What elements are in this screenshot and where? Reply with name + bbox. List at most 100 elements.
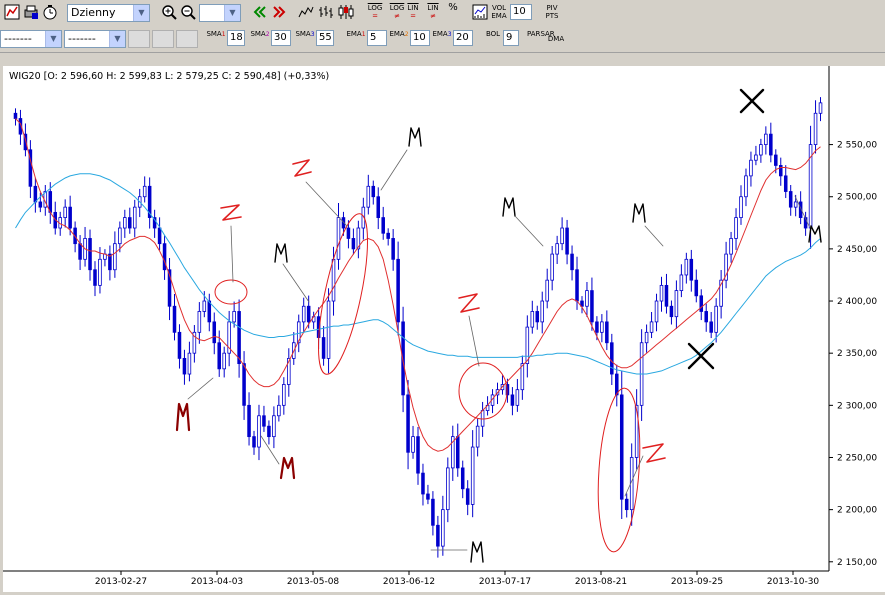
- candle-body: [351, 238, 356, 250]
- candle-body: [63, 206, 67, 218]
- ema-3-field[interactable]: 20: [453, 30, 473, 46]
- ema-label: EMA: [389, 30, 405, 38]
- indicator-select-2-value: -------: [68, 32, 96, 45]
- log-scale-button[interactable]: LOG =: [365, 4, 385, 20]
- candle-body: [331, 258, 336, 302]
- main-toolbar: Dzienny ▼ ▼ LOG = LOG ≠ LIN = LIN ≠ % VO…: [0, 0, 885, 26]
- volume-chart-icon[interactable]: [471, 3, 489, 21]
- candle-body: [600, 321, 604, 333]
- sma-3-button[interactable]: SMA3: [295, 30, 315, 39]
- ema-label: EMA: [491, 12, 507, 20]
- candle-body: [282, 384, 286, 406]
- candle-body: [605, 321, 609, 344]
- scroll-right-icon[interactable]: [270, 3, 288, 21]
- candle-body: [202, 300, 207, 312]
- clock-icon[interactable]: [41, 3, 59, 21]
- candle-chart-icon[interactable]: [337, 3, 355, 21]
- ema-2-field[interactable]: 10: [410, 30, 430, 46]
- bollinger-button[interactable]: BOL: [483, 30, 503, 38]
- log-label: LOG: [367, 4, 383, 12]
- vol-label: VOL: [491, 4, 507, 12]
- chart-icon[interactable]: [3, 3, 21, 21]
- zoom-in-icon[interactable]: [160, 3, 178, 21]
- x-tick-label: 2013-06-12: [383, 577, 435, 587]
- chart-svg[interactable]: WIG20 [O: 2 596,60 H: 2 599,83 L: 2 579,…: [3, 66, 885, 592]
- scroll-left-icon[interactable]: [251, 3, 269, 21]
- annotation-cross: [739, 88, 765, 114]
- line-chart-icon[interactable]: [297, 3, 315, 21]
- vol-ema-field[interactable]: 10: [510, 4, 532, 20]
- chevron-down-icon[interactable]: ▼: [224, 5, 240, 21]
- ema-2-button[interactable]: EMA2: [389, 30, 409, 39]
- ohlc-chart-icon[interactable]: [317, 3, 335, 21]
- candle-body: [679, 274, 684, 292]
- sma-label: SMA: [206, 30, 222, 38]
- moving-average-line-2: [15, 173, 821, 375]
- candle-body: [98, 258, 102, 286]
- indicator-select-1[interactable]: ------- ▼: [0, 30, 62, 48]
- candle-body: [813, 112, 818, 145]
- zoom-select[interactable]: ▼: [199, 4, 241, 22]
- ema-index: 1: [361, 31, 366, 38]
- ema-1-field[interactable]: 5: [367, 30, 387, 46]
- candle-body: [262, 415, 266, 427]
- indicator-select-2[interactable]: ------- ▼: [64, 30, 126, 48]
- candle-body: [619, 394, 624, 500]
- candle-body: [595, 321, 599, 333]
- print-icon[interactable]: [22, 3, 40, 21]
- sma-1-field[interactable]: 18: [227, 30, 245, 46]
- annotation-cross: [687, 342, 715, 370]
- handwritten-annotations: [175, 88, 822, 563]
- candle-body: [142, 185, 147, 198]
- parabolic-sar-button[interactable]: PARSAR: [527, 30, 555, 38]
- candle-body: [336, 217, 341, 260]
- y-tick-label: 2 400,00: [837, 297, 877, 307]
- ema-1-button[interactable]: EMA1: [346, 30, 366, 39]
- sma-1-button[interactable]: SMA1: [206, 30, 226, 39]
- vol-ema-button[interactable]: VOL EMA: [489, 4, 509, 20]
- sma-label: SMA: [250, 30, 266, 38]
- sma-index: 3: [310, 31, 315, 38]
- ema-3-button[interactable]: EMA3: [432, 30, 452, 39]
- candle-body: [222, 352, 226, 370]
- lin-scale-button[interactable]: LIN =: [403, 4, 423, 20]
- candle-body: [118, 227, 122, 245]
- candle-body: [33, 185, 38, 203]
- sma-3-value: 55: [319, 32, 332, 43]
- candle-body: [788, 191, 793, 208]
- bollinger-field[interactable]: 9: [503, 30, 519, 46]
- percent-label: %: [448, 2, 458, 13]
- chevron-down-icon[interactable]: ▼: [133, 5, 149, 21]
- sma-2-button[interactable]: SMA2: [250, 30, 270, 39]
- sma-2-field[interactable]: 30: [271, 30, 291, 46]
- candle-body: [123, 217, 127, 229]
- chevron-down-icon[interactable]: ▼: [109, 31, 125, 47]
- annotation-letter: [408, 127, 422, 147]
- candle-body: [381, 217, 385, 234]
- candle-body: [525, 326, 530, 365]
- dma-button[interactable]: DMA: [546, 35, 566, 43]
- not-equal-icon: ≠: [430, 12, 436, 20]
- candle-body: [744, 175, 748, 198]
- period-select[interactable]: Dzienny ▼: [67, 4, 150, 22]
- ema-1-value: 5: [370, 32, 377, 43]
- x-tick-label: 2013-04-03: [191, 577, 243, 587]
- sma-3-field[interactable]: 55: [316, 30, 334, 46]
- price-chart[interactable]: WIG20 [O: 2 596,60 H: 2 599,83 L: 2 579,…: [3, 66, 885, 592]
- candle-body: [78, 243, 82, 260]
- annotation-letter: [292, 159, 312, 177]
- candle-body: [714, 305, 718, 333]
- candle-body: [535, 311, 540, 323]
- candle-body: [426, 493, 430, 500]
- candles: [13, 97, 823, 558]
- candle-body: [694, 279, 699, 297]
- pivot-points-button[interactable]: PIV PTS: [542, 4, 562, 20]
- lin-scale-alt-button[interactable]: LIN ≠: [423, 4, 443, 20]
- sma-1-value: 18: [230, 32, 243, 43]
- equal-icon: =: [410, 12, 416, 20]
- zoom-out-icon[interactable]: [179, 3, 197, 21]
- percent-scale-button[interactable]: %: [443, 2, 463, 13]
- chevron-down-icon[interactable]: ▼: [45, 31, 61, 47]
- candle-body: [664, 284, 669, 307]
- annotation-letter: [220, 204, 242, 221]
